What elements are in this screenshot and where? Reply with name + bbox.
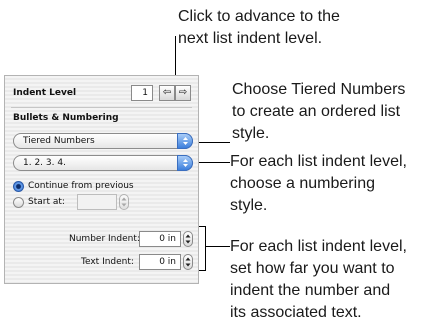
left-arrow-icon: ⇦ bbox=[162, 87, 172, 98]
inspector-panel: Indent Level 1 ⇦ ⇨ Bullets & Numbering T… bbox=[4, 75, 199, 284]
callout-indent-line-4: its associated text. bbox=[230, 304, 362, 321]
callout-tiered-line-1: Choose Tiered Numbers bbox=[232, 81, 406, 98]
list-style-popup-value: Tiered Numbers bbox=[23, 136, 95, 146]
indent-level-field[interactable]: 1 bbox=[131, 85, 153, 101]
numbering-format-popup[interactable]: 1. 2. 3. 4. bbox=[13, 155, 193, 171]
callout-tiered-line-3: style. bbox=[232, 125, 270, 142]
bracket-indent-vertical bbox=[205, 226, 206, 271]
callout-indent: For each list indent level, set how far … bbox=[230, 236, 407, 324]
continue-from-previous-label: Continue from previous bbox=[28, 181, 134, 191]
leader-indent bbox=[205, 246, 230, 247]
indent-level-label: Indent Level bbox=[13, 88, 77, 98]
right-arrow-icon: ⇨ bbox=[178, 87, 188, 98]
callout-tiered: Choose Tiered Numbers to create an order… bbox=[232, 79, 405, 145]
stepper-icon bbox=[121, 197, 127, 207]
previous-indent-level-button[interactable]: ⇦ bbox=[159, 85, 175, 101]
callout-numbering-line-2: choose a numbering bbox=[230, 175, 375, 192]
start-at-radio[interactable] bbox=[13, 197, 24, 208]
start-at-label: Start at: bbox=[28, 197, 65, 207]
up-down-chevron-icon bbox=[177, 155, 193, 171]
bracket-indent-top bbox=[199, 226, 206, 227]
divider bbox=[11, 107, 192, 108]
text-indent-field[interactable]: 0 in bbox=[139, 254, 181, 270]
callout-indent-line-3: indent the number and bbox=[230, 282, 391, 299]
numbering-format-popup-value: 1. 2. 3. 4. bbox=[23, 158, 66, 168]
start-at-stepper[interactable] bbox=[119, 194, 129, 210]
bullets-numbering-heading: Bullets & Numbering bbox=[13, 113, 119, 123]
number-indent-label: Number Indent: bbox=[69, 234, 140, 244]
callout-indent-line-1: For each list indent level, bbox=[230, 238, 407, 255]
callout-numbering: For each list indent level, choose a num… bbox=[230, 151, 407, 217]
start-at-field[interactable] bbox=[77, 194, 117, 210]
stepper-icon bbox=[185, 257, 191, 267]
number-indent-stepper[interactable] bbox=[183, 231, 193, 247]
next-indent-level-button[interactable]: ⇨ bbox=[175, 85, 191, 101]
callout-advance-line-2: next list indent level. bbox=[178, 30, 323, 47]
callout-advance-line-1: Click to advance to the bbox=[178, 8, 340, 25]
list-style-popup[interactable]: Tiered Numbers bbox=[13, 133, 193, 149]
text-indent-stepper[interactable] bbox=[183, 254, 193, 270]
stepper-icon bbox=[185, 234, 191, 244]
callout-indent-line-2: set how far you want to bbox=[230, 260, 395, 277]
continue-from-previous-radio[interactable] bbox=[13, 181, 24, 192]
callout-tiered-line-2: to create an ordered list bbox=[232, 103, 401, 120]
callout-numbering-line-1: For each list indent level, bbox=[230, 153, 407, 170]
callout-numbering-line-3: style. bbox=[230, 197, 268, 214]
callout-advance: Click to advance to the next list indent… bbox=[178, 6, 340, 50]
number-indent-field[interactable]: 0 in bbox=[139, 231, 181, 247]
bracket-indent-bottom bbox=[199, 270, 206, 271]
text-indent-label: Text Indent: bbox=[81, 257, 134, 267]
up-down-chevron-icon bbox=[177, 133, 193, 149]
